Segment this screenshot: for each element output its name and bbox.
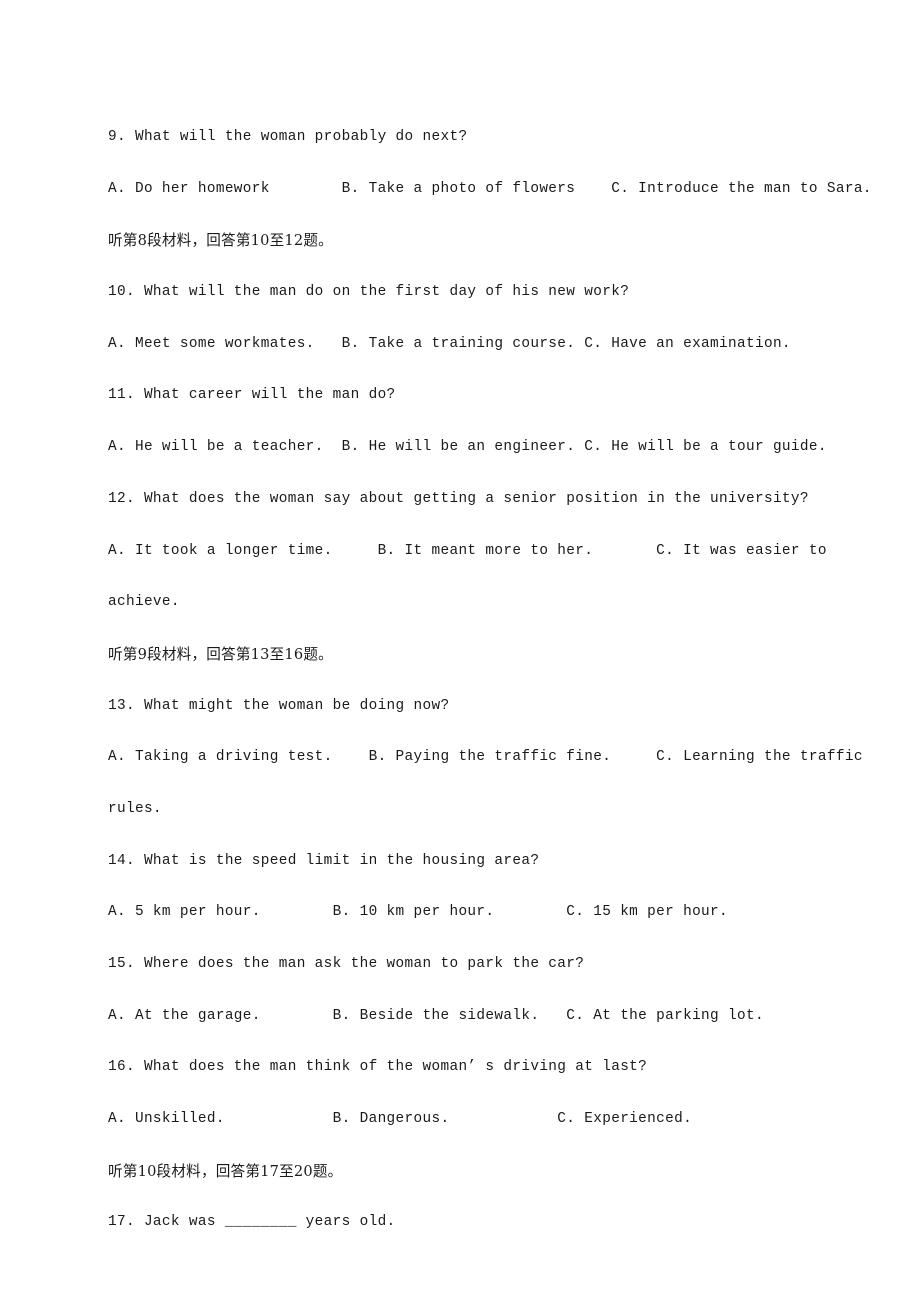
- text-line-dir-8: 听第8段材料，回答第10至12题。: [108, 232, 333, 250]
- text-line-q11-stem: 11. What career will the man do?: [108, 387, 396, 404]
- text-line-q13-options: A. Taking a driving test. B. Paying the …: [108, 749, 863, 766]
- text-line-q9-options: A. Do her homework B. Take a photo of fl…: [108, 180, 872, 197]
- text-line-q14-stem: 14. What is the speed limit in the housi…: [108, 852, 540, 869]
- text-line-q12-options: A. It took a longer time. B. It meant mo…: [108, 542, 827, 559]
- text-line-q10-options: A. Meet some workmates. B. Take a traini…: [108, 335, 791, 352]
- text-line-dir-10: 听第10段材料，回答第17至20题。: [108, 1162, 343, 1180]
- text-line-q16-stem: 16. What does the man think of the woman…: [108, 1059, 648, 1076]
- text-line-q14-options: A. 5 km per hour. B. 10 km per hour. C. …: [108, 904, 729, 921]
- text-line-dir-9: 听第9段材料，回答第13至16题。: [108, 645, 333, 663]
- text-line-q11-options: A. He will be a teacher. B. He will be a…: [108, 439, 827, 456]
- text-line-q9-stem: 9. What will the woman probably do next?: [108, 129, 468, 145]
- document-page: 9. What will the woman probably do next?…: [0, 0, 920, 1302]
- exam-text-body: 9. What will the woman probably do next?…: [108, 112, 872, 1249]
- text-line-q15-options: A. At the garage. B. Beside the sidewalk…: [108, 1007, 764, 1024]
- text-line-q10-stem: 10. What will the man do on the first da…: [108, 284, 630, 301]
- text-line-q17-stem: 17. Jack was ________ years old.: [108, 1214, 396, 1231]
- text-line-q16-options: A. Unskilled. B. Dangerous. C. Experienc…: [108, 1111, 693, 1128]
- text-line-q15-stem: 15. Where does the man ask the woman to …: [108, 956, 585, 972]
- text-line-q12-stem: 12. What does the woman say about gettin…: [108, 490, 809, 507]
- text-line-q13-stem: 13. What might the woman be doing now?: [108, 697, 450, 714]
- text-line-q13-options-cont: rules.: [108, 800, 162, 817]
- text-line-q12-options-cont: achieve.: [108, 594, 180, 611]
